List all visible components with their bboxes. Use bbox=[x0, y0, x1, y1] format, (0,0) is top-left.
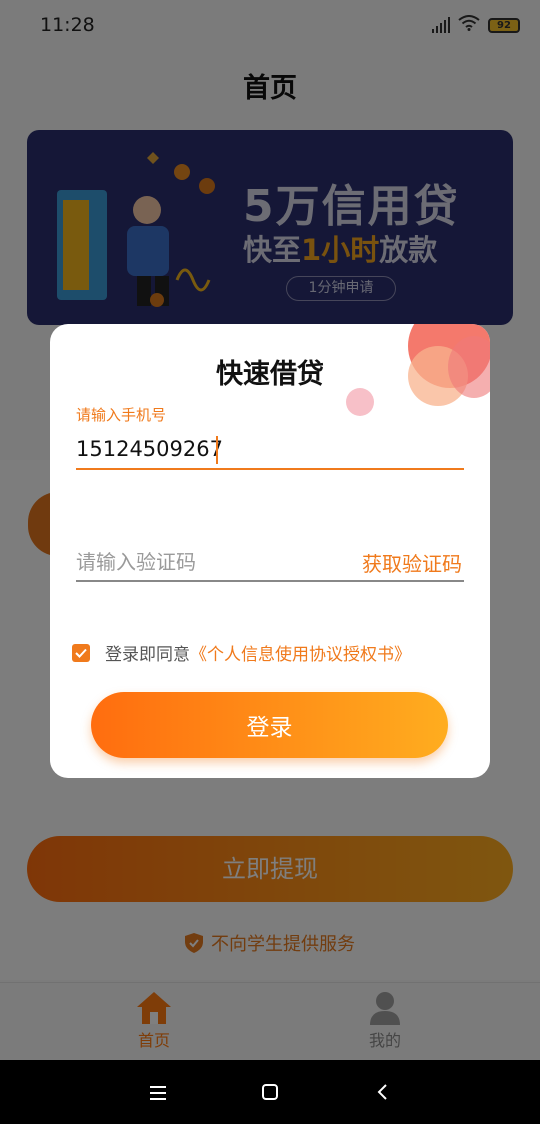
agreement-link[interactable]: 《个人信息使用协议授权书》 bbox=[190, 640, 411, 665]
back-icon[interactable] bbox=[368, 1080, 398, 1106]
login-button[interactable]: 登录 bbox=[91, 692, 448, 758]
agreement-row: 登录即同意 《个人信息使用协议授权书》 bbox=[72, 640, 411, 665]
check-icon bbox=[75, 648, 87, 658]
get-code-button[interactable]: 获取验证码 bbox=[362, 548, 462, 577]
phone-input[interactable] bbox=[76, 430, 464, 470]
decor-circle bbox=[346, 388, 374, 416]
dialog-title: 快速借贷 bbox=[216, 359, 324, 390]
code-field: 获取验证码 bbox=[76, 542, 464, 582]
system-nav-bar bbox=[0, 1060, 540, 1124]
phone-label: 请输入手机号 bbox=[76, 406, 167, 424]
text-caret bbox=[216, 436, 218, 464]
home-nav-icon[interactable] bbox=[255, 1080, 285, 1106]
agree-checkbox[interactable] bbox=[72, 643, 90, 662]
menu-icon[interactable] bbox=[143, 1080, 173, 1106]
login-dialog: 快速借贷 请输入手机号 获取验证码 登录即同意《个人信息使用协议授权书》 登录 bbox=[50, 324, 490, 778]
agree-text: 登录即同意 bbox=[105, 645, 190, 665]
code-input[interactable] bbox=[76, 546, 326, 578]
